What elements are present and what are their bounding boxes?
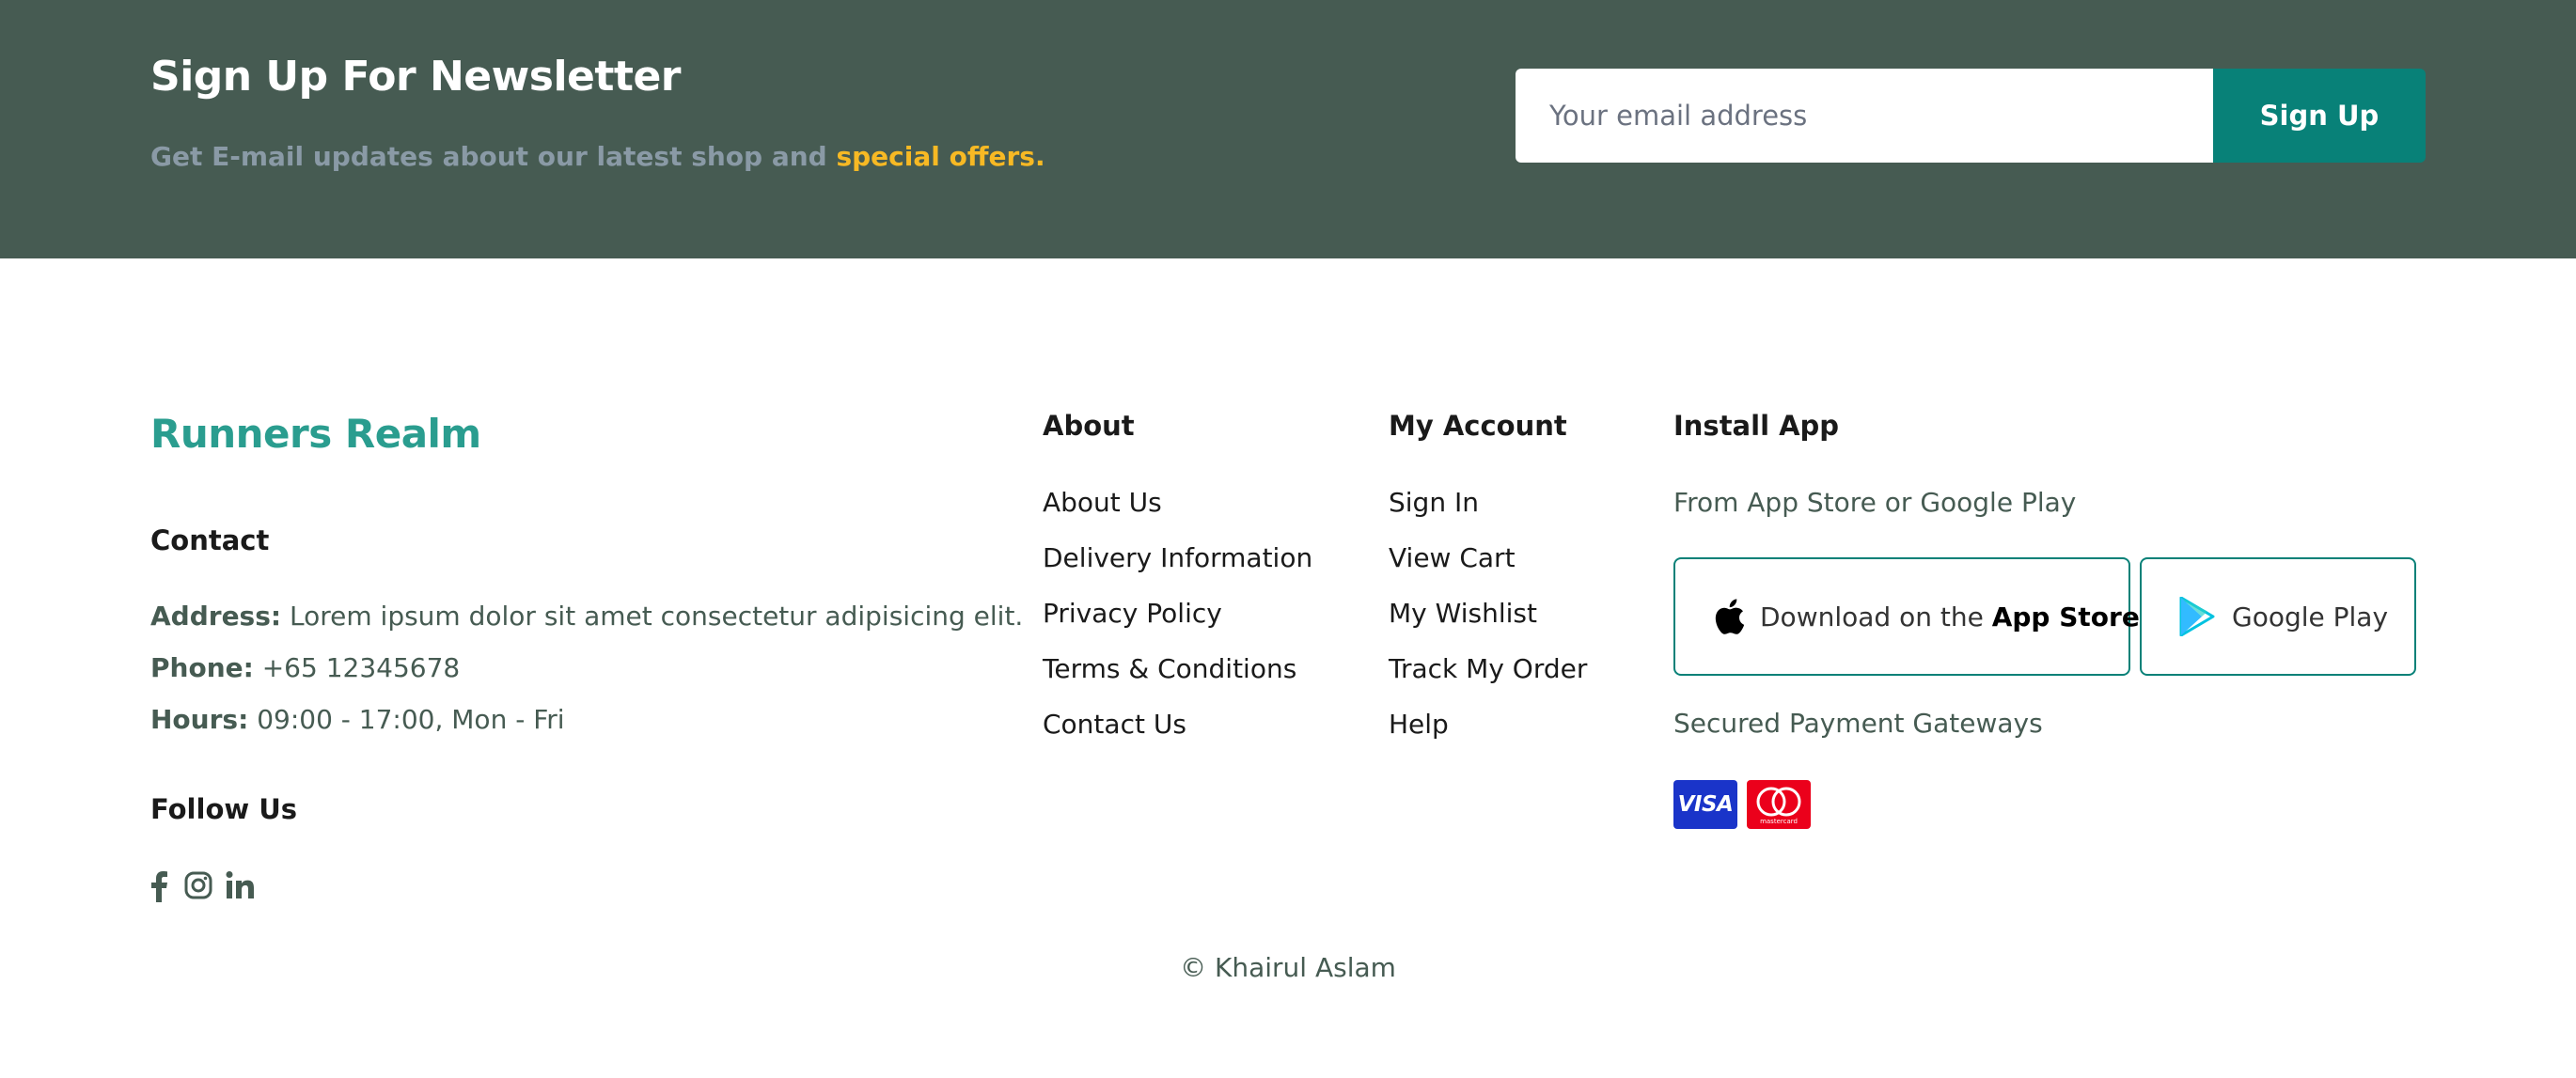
install-app-subtitle: From App Store or Google Play <box>1673 487 2077 518</box>
apple-icon <box>1713 598 1745 635</box>
phone-label: Phone: <box>150 652 254 683</box>
contact-address: Address: Lorem ipsum dolor sit amet cons… <box>150 601 1023 632</box>
visa-card-text: VISA <box>1677 792 1734 817</box>
install-app-heading: Install App <box>1673 410 1840 442</box>
footer-link-help[interactable]: Help <box>1389 709 1449 740</box>
google-play-icon <box>2179 596 2215 637</box>
mastercard-icon: mastercard <box>1747 780 1811 829</box>
footer-link-terms-conditions[interactable]: Terms & Conditions <box>1043 653 1296 684</box>
visa-card-icon: VISA <box>1673 780 1737 829</box>
newsletter-title: Sign Up For Newsletter <box>150 53 682 101</box>
footer-link-sign-in[interactable]: Sign In <box>1389 487 1479 518</box>
footer-link-delivery-information[interactable]: Delivery Information <box>1043 542 1312 573</box>
newsletter-subtitle-highlight: special offers. <box>836 141 1045 172</box>
newsletter-subtitle: Get E-mail updates about our latest shop… <box>150 141 1045 172</box>
payment-gateways-label: Secured Payment Gateways <box>1673 708 2043 739</box>
footer-link-privacy-policy[interactable]: Privacy Policy <box>1043 598 1222 629</box>
address-label: Address: <box>150 601 282 632</box>
footer-link-my-wishlist[interactable]: My Wishlist <box>1389 598 1537 629</box>
newsletter-subtitle-text: Get E-mail updates about our latest shop… <box>150 141 837 172</box>
hours-label: Hours: <box>150 704 249 735</box>
sign-up-button[interactable]: Sign Up <box>2213 69 2426 163</box>
instagram-icon[interactable] <box>184 870 212 904</box>
phone-value: +65 12345678 <box>261 652 461 683</box>
app-store-button[interactable]: Download on the App Store <box>1673 557 2140 676</box>
contact-hours: Hours: 09:00 - 17:00, Mon - Fri <box>150 704 565 735</box>
linkedin-icon[interactable] <box>226 870 254 904</box>
facebook-icon[interactable] <box>150 870 167 906</box>
footer-link-view-cart[interactable]: View Cart <box>1389 542 1516 573</box>
app-store-name: App Store <box>1991 601 2140 633</box>
footer-link-about-us[interactable]: About Us <box>1043 487 1162 518</box>
address-value: Lorem ipsum dolor sit amet consectetur a… <box>290 601 1024 632</box>
my-account-heading: My Account <box>1389 410 1567 442</box>
copyright-text: © Khairul Aslam <box>1180 952 1396 983</box>
hours-value: 09:00 - 17:00, Mon - Fri <box>257 704 565 735</box>
about-heading: About <box>1043 410 1135 442</box>
newsletter-section: Sign Up For Newsletter Get E-mail update… <box>0 0 2576 258</box>
app-store-prefix: Download on the <box>1760 601 1992 633</box>
footer-link-contact-us[interactable]: Contact Us <box>1043 709 1186 740</box>
contact-phone: Phone: +65 12345678 <box>150 652 460 683</box>
email-input[interactable] <box>1516 69 2213 163</box>
contact-heading: Contact <box>150 524 270 556</box>
footer-link-track-my-order[interactable]: Track My Order <box>1389 653 1587 684</box>
app-store-label: Download on the App Store <box>1760 601 2140 633</box>
google-play-label: Google Play <box>2232 601 2389 633</box>
google-play-button[interactable]: Google Play <box>2140 557 2416 676</box>
brand-logo-text[interactable]: Runners Realm <box>150 411 481 457</box>
follow-us-heading: Follow Us <box>150 793 298 825</box>
mastercard-text: mastercard <box>1760 818 1798 825</box>
